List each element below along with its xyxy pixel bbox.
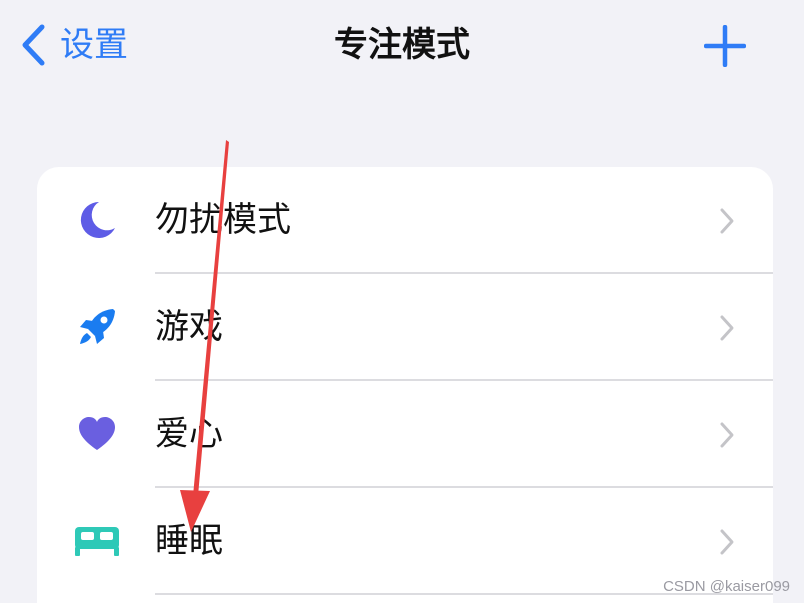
add-button[interactable] (704, 25, 746, 67)
focus-modes-list: 勿扰模式 游戏 爱心 睡眠 (37, 167, 773, 603)
navigation-bar: 设置 专注模式 (0, 0, 804, 92)
list-item-heart[interactable]: 爱心 (37, 381, 773, 488)
list-item-label: 睡眠 (155, 521, 223, 561)
list-item-label: 勿扰模式 (155, 200, 291, 240)
page-title: 专注模式 (334, 25, 470, 65)
list-item-label: 爱心 (155, 414, 223, 454)
list-item-do-not-disturb[interactable]: 勿扰模式 (37, 167, 773, 274)
chevron-right-icon (720, 315, 734, 341)
list-item-label: 游戏 (155, 307, 223, 347)
rocket-icon (73, 303, 121, 351)
moon-icon (73, 196, 121, 244)
focus-mode-screen: 设置 专注模式 勿扰模式 游戏 爱心 睡眠 CSDN @kaiser099 (0, 0, 804, 603)
watermark: CSDN @kaiser099 (663, 578, 790, 595)
chevron-right-icon (720, 208, 734, 234)
chevron-right-icon (720, 529, 734, 555)
chevron-right-icon (720, 422, 734, 448)
list-item-gaming[interactable]: 游戏 (37, 274, 773, 381)
heart-icon (73, 410, 121, 458)
bed-icon (73, 517, 121, 565)
